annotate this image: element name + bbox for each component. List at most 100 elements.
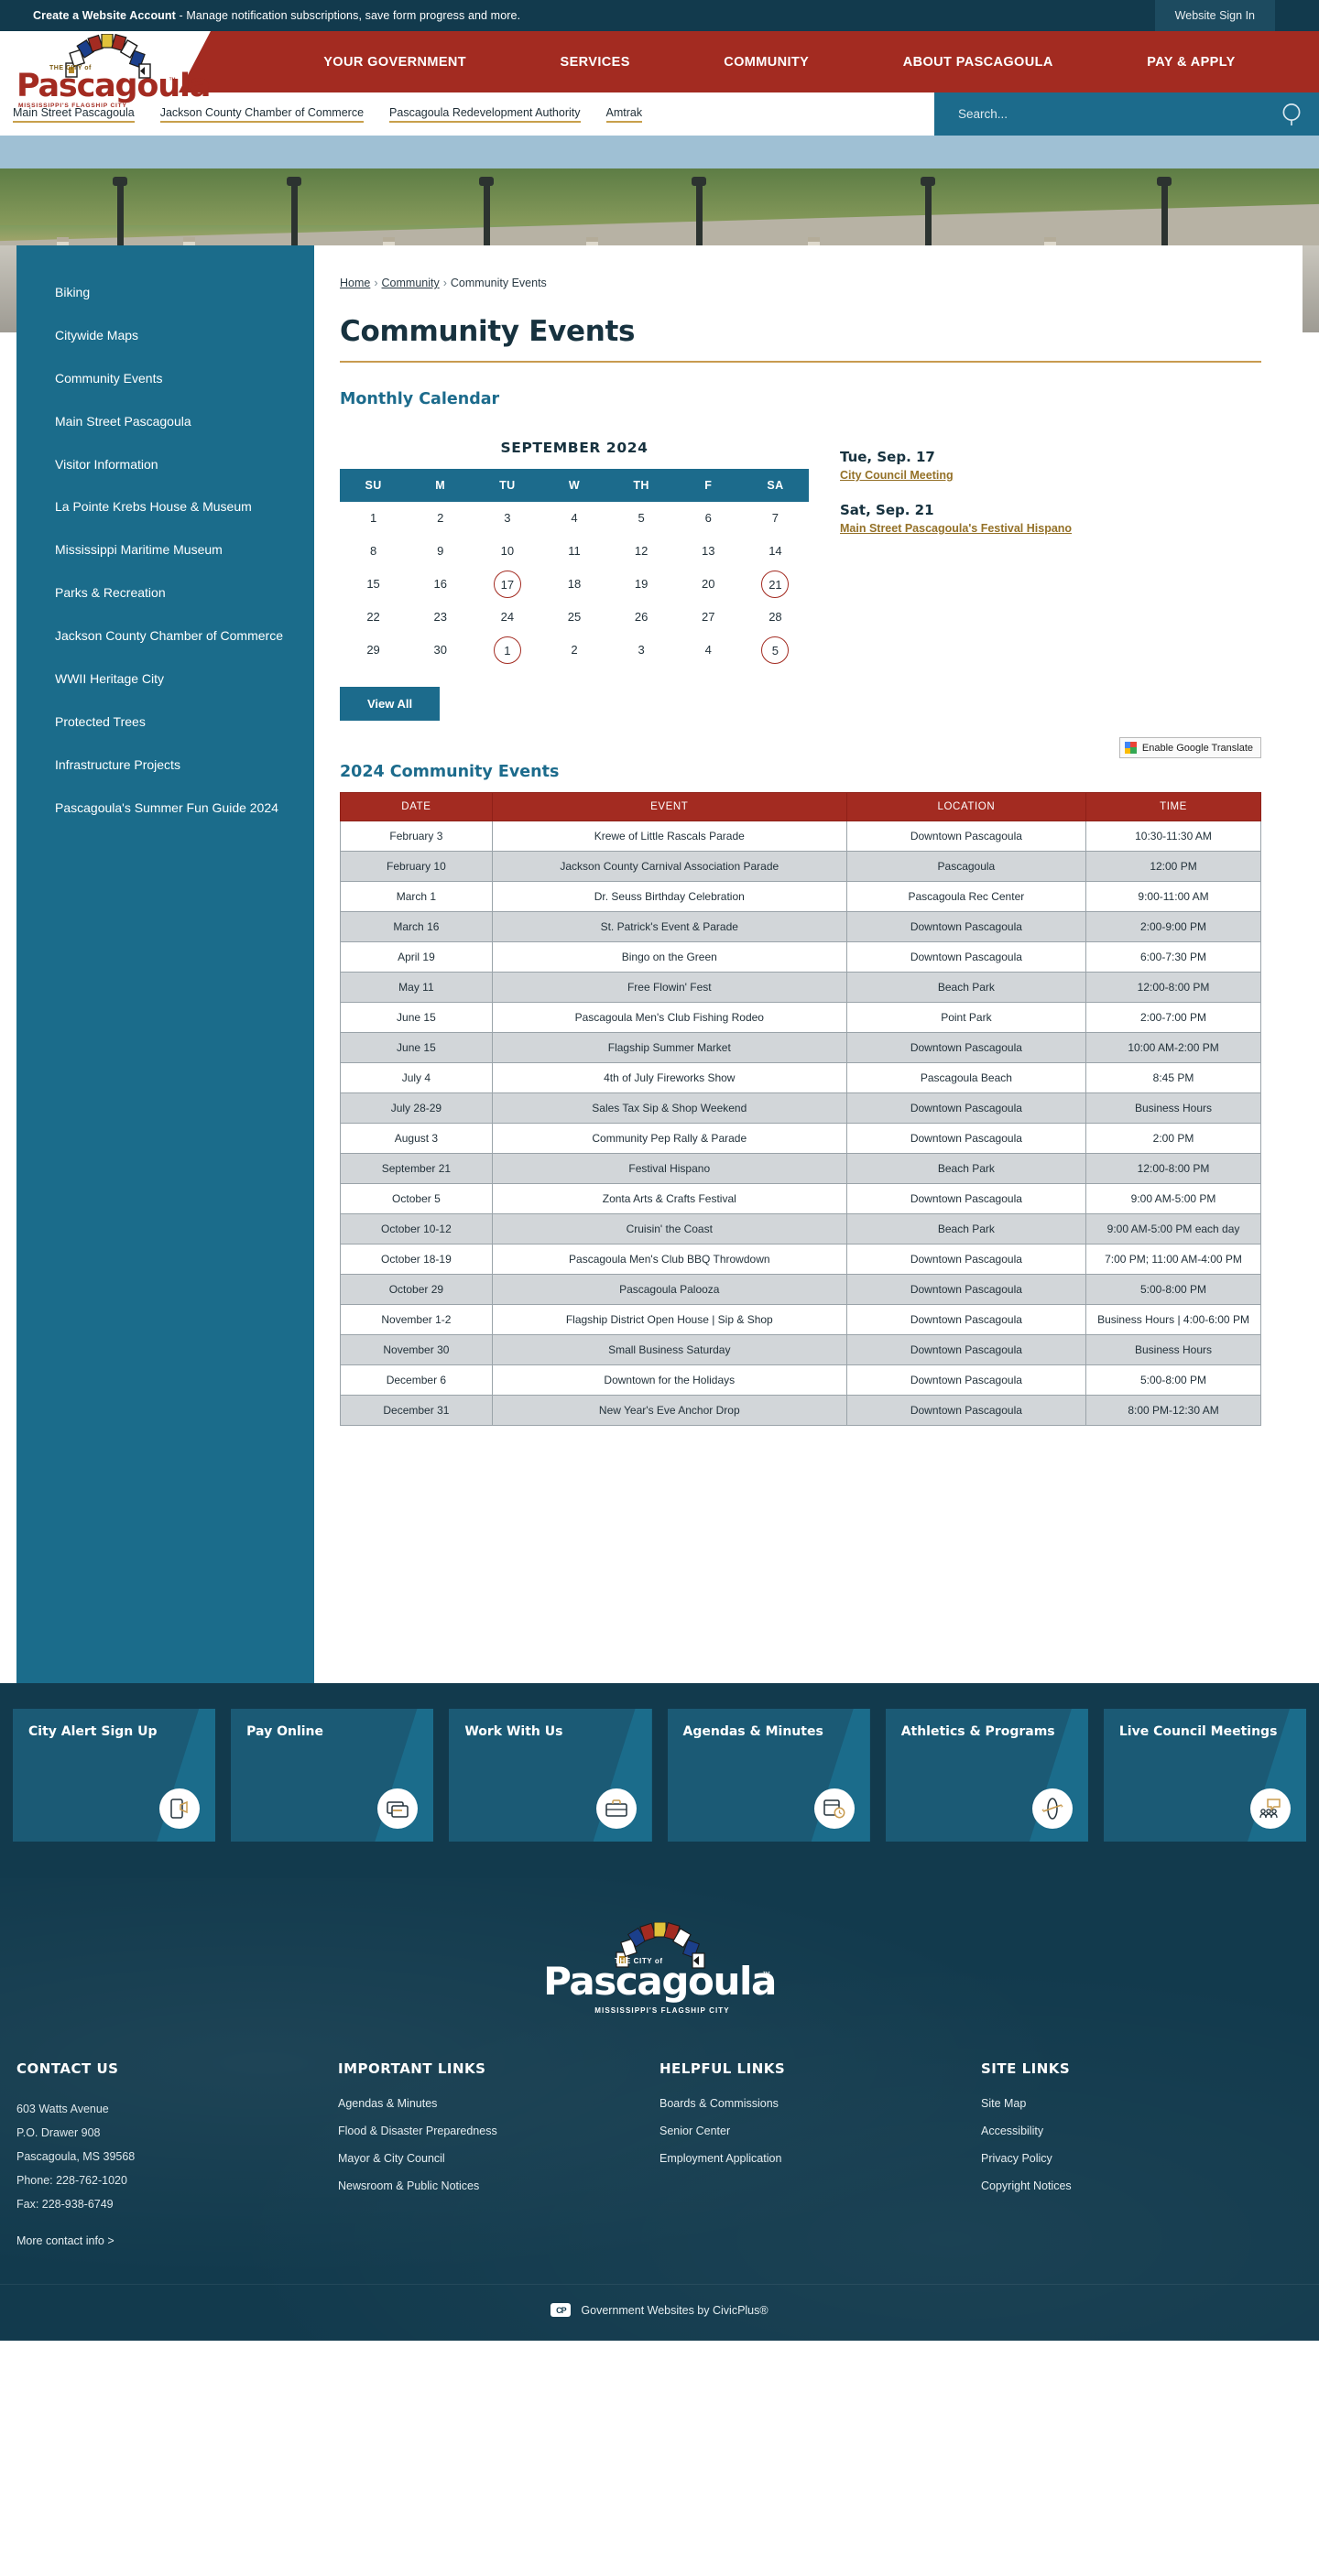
breadcrumb-community[interactable]: Community <box>382 277 440 289</box>
event-location-cell: Beach Park <box>845 1153 1087 1184</box>
calendar-day-with-event[interactable]: 17 <box>493 571 521 598</box>
quick-card-pay-online[interactable]: Pay Online <box>231 1709 434 1842</box>
event-date-cell: October 10-12 <box>340 1213 493 1245</box>
calendar-day-number: 3 <box>504 511 511 525</box>
breadcrumb-current: Community Events <box>450 277 547 289</box>
footer-logo[interactable]: THE CITY of Pascagoula ™ MISSISSIPPI'S F… <box>0 1906 1319 2060</box>
table-row: December 6 Downtown for the Holidays Downt… <box>340 1364 1261 1396</box>
event-location-cell: Downtown Pascagoula <box>845 911 1087 942</box>
nav-item-about-pascagoula[interactable]: ABOUT PASCAGOULA <box>903 55 1053 70</box>
nav-item-services[interactable]: SERVICES <box>561 55 630 70</box>
sidebar-item-summer-fun-guide[interactable]: Pascagoula's Summer Fun Guide 2024 <box>16 787 314 830</box>
civicplus-credit-text[interactable]: Government Websites by CivicPlus® <box>581 2304 768 2317</box>
event-time-cell: 12:00-8:00 PM <box>1085 1153 1261 1184</box>
create-account-link[interactable]: Create a Website Account <box>33 9 176 22</box>
calendar-day-cell: 25 <box>540 601 607 634</box>
nav-item-community[interactable]: COMMUNITY <box>724 55 809 70</box>
sidebar-item-main-street-pascagoula[interactable]: Main Street Pascagoula <box>16 400 314 443</box>
upcoming-event-link-festival-hispano[interactable]: Main Street Pascagoula's Festival Hispan… <box>840 522 1261 535</box>
sidebar-item-community-events[interactable]: Community Events <box>16 357 314 400</box>
quick-card-city-alert-sign-up[interactable]: City Alert Sign Up <box>13 1709 216 1842</box>
sidebar-item-parks-recreation[interactable]: Parks & Recreation <box>16 571 314 614</box>
calendar-day-cell[interactable]: 21 <box>742 568 809 601</box>
quick-card-label: Pay Online <box>246 1724 324 1739</box>
briefcase-icon <box>595 1788 637 1829</box>
footer-link-mayor-city-council[interactable]: Mayor & City Council <box>338 2152 643 2165</box>
more-contact-info-link[interactable]: More contact info > <box>16 2234 114 2247</box>
breadcrumb-home[interactable]: Home <box>340 277 370 289</box>
footer-link-copyright-notices[interactable]: Copyright Notices <box>981 2179 1286 2192</box>
sub-nav-amtrak[interactable]: Amtrak <box>605 106 643 123</box>
quick-links-band: City Alert Sign Up Pay Online Work With … <box>0 1683 1319 1878</box>
quick-card-athletics-programs[interactable]: Athletics & Programs <box>885 1709 1088 1842</box>
event-name-cell: Community Pep Rally & Parade <box>491 1123 847 1154</box>
section-sidebar: Biking Citywide Maps Community Events Ma… <box>16 245 314 1683</box>
sidebar-item-jackson-county-chamber[interactable]: Jackson County Chamber of Commerce <box>16 614 314 658</box>
upcoming-event-date: Sat, Sep. 21 <box>840 502 934 518</box>
footer-link-boards-commissions[interactable]: Boards & Commissions <box>660 2097 965 2110</box>
sidebar-item-biking[interactable]: Biking <box>16 271 314 314</box>
footer-link-flood-disaster-preparedness[interactable]: Flood & Disaster Preparedness <box>338 2125 643 2137</box>
calendar-day-cell: 3 <box>608 634 675 667</box>
nav-item-your-government[interactable]: YOUR GOVERNMENT <box>323 55 466 70</box>
event-time-cell: 5:00-8:00 PM <box>1085 1364 1261 1396</box>
footer-heading-contact: CONTACT US <box>16 2060 119 2077</box>
sidebar-item-la-pointe-krebs-house[interactable]: La Pointe Krebs House & Museum <box>16 485 314 528</box>
calendar-day-with-event[interactable]: 1 <box>493 636 521 664</box>
sidebar-item-citywide-maps[interactable]: Citywide Maps <box>16 314 314 357</box>
footer-heading-helpful-links: HELPFUL LINKS <box>660 2060 786 2077</box>
footer-link-newsroom-public-notices[interactable]: Newsroom & Public Notices <box>338 2179 643 2192</box>
footer-link-agendas-minutes[interactable]: Agendas & Minutes <box>338 2097 643 2110</box>
calendar-day-cell: 2 <box>540 634 607 667</box>
calendar-row: SEPTEMBER 2024 SU M TU W TH F SA 12 3 4 … <box>340 423 1261 721</box>
calendar-day-cell: 20 <box>675 568 742 601</box>
calendar-day-cell: 22 <box>340 601 407 634</box>
footer-link-privacy-policy[interactable]: Privacy Policy <box>981 2152 1286 2165</box>
calendar-day-number: 28 <box>769 610 782 624</box>
quick-card-work-with-us[interactable]: Work With Us <box>449 1709 652 1842</box>
footer-link-site-map[interactable]: Site Map <box>981 2097 1286 2110</box>
search-submit-button[interactable] <box>1266 92 1319 136</box>
event-date-cell: February 10 <box>340 851 493 882</box>
sidebar-item-mississippi-maritime-museum[interactable]: Mississippi Maritime Museum <box>16 528 314 571</box>
calendar-day-cell[interactable]: 17 <box>474 568 540 601</box>
weekday-su: SU <box>340 469 408 502</box>
events-table-heading: 2024 Community Events <box>340 763 560 781</box>
sub-nav-redevelopment-authority[interactable]: Pascagoula Redevelopment Authority <box>389 106 581 123</box>
search-input[interactable] <box>934 107 1266 121</box>
footer-link-senior-center[interactable]: Senior Center <box>660 2125 965 2137</box>
nav-item-pay-and-apply[interactable]: PAY & APPLY <box>1147 55 1236 70</box>
calendar-day-with-event[interactable]: 21 <box>761 571 790 598</box>
site-logo[interactable]: THE CITY of Pascagoula ™ MISSISSIPPI'S F… <box>0 31 213 109</box>
event-location-cell: Downtown Pascagoula <box>845 1244 1087 1275</box>
calendar-day-number: 27 <box>702 610 715 624</box>
weekday-f: F <box>674 469 742 502</box>
table-row: June 15 Flagship Summer Market Downtown Pa… <box>340 1032 1261 1063</box>
calendar-day-with-event[interactable]: 5 <box>761 636 790 664</box>
footer-link-accessibility[interactable]: Accessibility <box>981 2125 1286 2137</box>
quick-card-live-council-meetings[interactable]: Live Council Meetings <box>1103 1709 1307 1842</box>
event-name-cell: Zonta Arts & Crafts Festival <box>491 1183 847 1214</box>
upcoming-event-item: Tue, Sep. 17 City Council Meeting <box>840 449 1261 482</box>
upcoming-event-link-city-council-meeting[interactable]: City Council Meeting <box>840 469 1261 482</box>
calendar-day-cell[interactable]: 5 <box>742 634 809 667</box>
hero-post-cap <box>113 177 127 186</box>
contact-po-box: P.O. Drawer 908 <box>16 2126 101 2139</box>
calendar-day-number: 11 <box>568 544 581 558</box>
enable-google-translate-button[interactable]: Enable Google Translate <box>1118 737 1261 758</box>
event-time-cell: Business Hours | 4:00-6:00 PM <box>1085 1304 1261 1335</box>
calendar-day-cell[interactable]: 1 <box>474 634 540 667</box>
sidebar-item-visitor-information[interactable]: Visitor Information <box>16 443 314 486</box>
event-name-cell: Dr. Seuss Birthday Celebration <box>491 881 847 912</box>
event-date-cell: August 3 <box>340 1123 493 1154</box>
event-location-cell: Downtown Pascagoula <box>845 1364 1087 1396</box>
sidebar-item-infrastructure-projects[interactable]: Infrastructure Projects <box>16 744 314 787</box>
event-time-cell: 2:00 PM <box>1085 1123 1261 1154</box>
footer-link-employment-application[interactable]: Employment Application <box>660 2152 965 2165</box>
website-sign-in-button[interactable]: Website Sign In <box>1154 0 1275 31</box>
view-all-button[interactable]: View All <box>340 687 441 721</box>
quick-card-agendas-minutes[interactable]: Agendas & Minutes <box>667 1709 870 1842</box>
event-date-cell: July 4 <box>340 1062 493 1093</box>
sidebar-item-wwii-heritage-city[interactable]: WWII Heritage City <box>16 658 314 701</box>
sidebar-item-protected-trees[interactable]: Protected Trees <box>16 701 314 744</box>
